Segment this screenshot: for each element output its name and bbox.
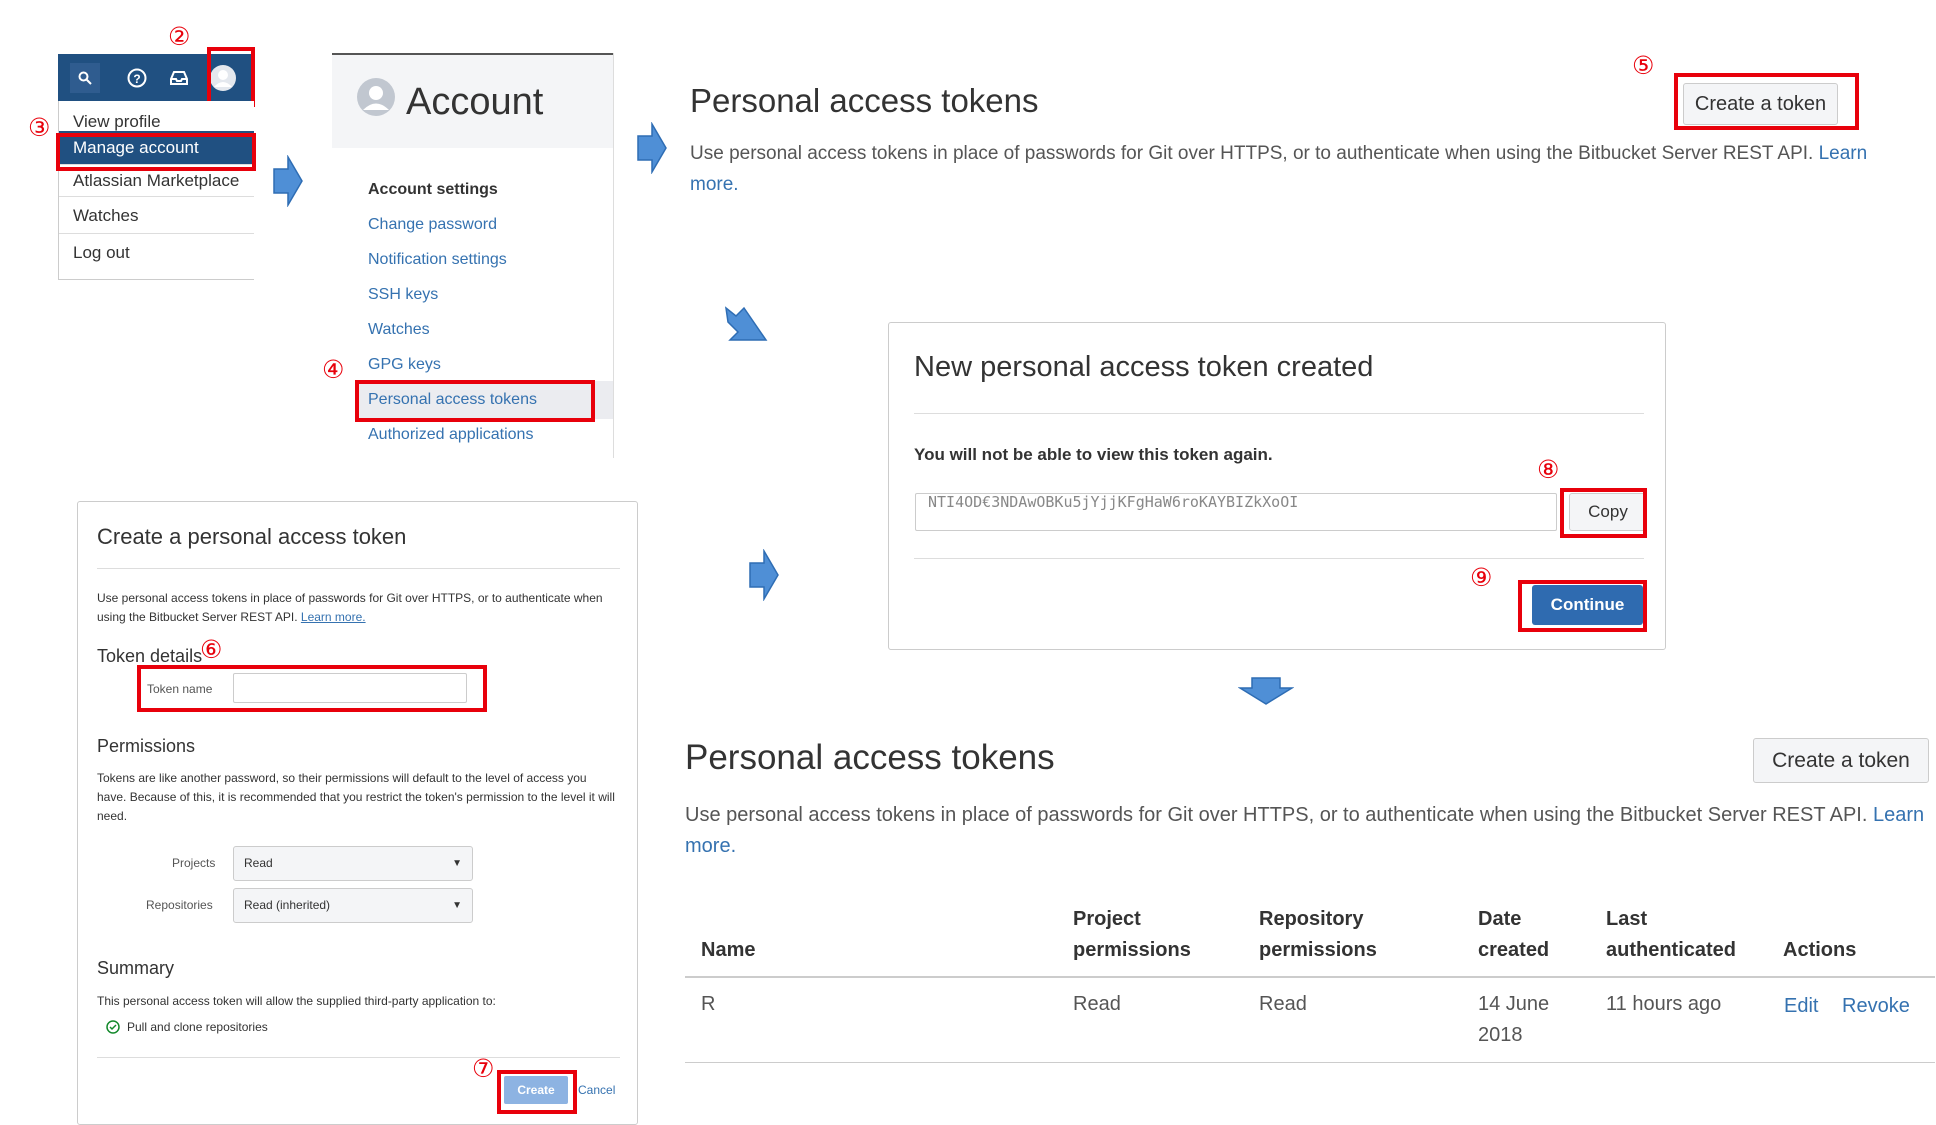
dialog-title: New personal access token created xyxy=(914,351,1374,383)
svg-text:?: ? xyxy=(133,72,140,86)
chevron-down-icon: ▼ xyxy=(452,858,462,869)
row-repository-permission: Read xyxy=(1259,993,1307,1015)
token-value-field[interactable]: NTI4OD€3NDAwOBKu5jYjjKFgHaW6roKAYBIZkXoO… xyxy=(915,493,1557,531)
highlight-personal-access-tokens xyxy=(355,380,595,422)
arrow-down-left-icon xyxy=(724,306,768,341)
col-repository-2: permissions xyxy=(1259,939,1377,961)
step-9: ⑨ xyxy=(1470,563,1493,592)
inbox-icon[interactable] xyxy=(164,63,194,93)
col-project-2: permissions xyxy=(1073,939,1191,961)
create-token-form: Create a personal access token Use perso… xyxy=(77,501,638,1125)
step-4: ④ xyxy=(322,355,345,384)
row-project-permission: Read xyxy=(1073,993,1121,1015)
divider xyxy=(914,558,1644,559)
nav-change-password[interactable]: Change password xyxy=(368,216,497,234)
result-page-title: Personal access tokens xyxy=(685,738,1055,777)
divider xyxy=(97,568,620,569)
menu-log-out[interactable]: Log out xyxy=(59,234,254,271)
col-date-2: created xyxy=(1478,939,1550,961)
row-revoke-link[interactable]: Revoke xyxy=(1842,991,1910,1022)
summary-desc: This personal access token will allow th… xyxy=(97,994,496,1008)
nav-gpg-keys[interactable]: GPG keys xyxy=(368,356,441,374)
arrow-down-icon xyxy=(1238,677,1294,705)
col-actions: Actions xyxy=(1783,939,1857,961)
nav-watches[interactable]: Watches xyxy=(368,321,430,339)
highlight-token-name xyxy=(137,665,487,712)
col-repository: Repository xyxy=(1259,908,1364,930)
col-name: Name xyxy=(701,939,756,961)
result-desc-text: Use personal access tokens in place of p… xyxy=(685,804,1868,826)
search-icon[interactable] xyxy=(70,63,100,93)
step-2: ② xyxy=(168,22,191,51)
account-avatar-icon xyxy=(357,78,395,116)
divider xyxy=(97,1057,620,1058)
user-dropdown: View profile Manage account Atlassian Ma… xyxy=(58,101,254,280)
highlight-create-token xyxy=(1674,73,1859,130)
highlight-continue-button xyxy=(1518,580,1647,632)
summary-heading: Summary xyxy=(97,958,175,978)
nav-authorized-applications[interactable]: Authorized applications xyxy=(368,426,533,444)
repositories-value: Read (inherited) xyxy=(244,898,331,912)
permissions-desc: Tokens are like another password, so the… xyxy=(97,771,615,823)
row-date-created-2: 2018 xyxy=(1478,1024,1523,1046)
highlight-create-button xyxy=(497,1070,577,1114)
step-5: ⑤ xyxy=(1632,51,1655,80)
projects-select[interactable]: Read ▼ xyxy=(233,846,473,881)
repositories-label: Repositories xyxy=(146,898,213,912)
form-title: Create a personal access token xyxy=(97,524,407,549)
token-details-heading: Token details xyxy=(97,646,203,666)
permissions-heading: Permissions xyxy=(97,736,196,756)
col-date: Date xyxy=(1478,908,1522,930)
repositories-select[interactable]: Read (inherited) ▼ xyxy=(233,888,473,923)
arrow-right-icon xyxy=(749,549,779,601)
nav-notification-settings[interactable]: Notification settings xyxy=(368,251,507,269)
col-last: Last xyxy=(1606,908,1648,930)
form-learn-more-link[interactable]: Learn more. xyxy=(301,610,366,624)
chevron-down-icon: ▼ xyxy=(452,900,462,911)
highlight-manage-account xyxy=(56,133,256,171)
tokens-page-desc: Use personal access tokens in place of p… xyxy=(690,138,1870,200)
divider xyxy=(914,413,1644,414)
col-last-2: authenticated xyxy=(1606,939,1737,961)
step-8: ⑧ xyxy=(1537,455,1560,484)
cancel-link[interactable]: Cancel xyxy=(578,1083,615,1097)
projects-value: Read xyxy=(244,856,273,870)
result-page-desc: Use personal access tokens in place of p… xyxy=(685,800,1925,862)
form-desc: Use personal access tokens in place of p… xyxy=(97,589,617,627)
account-settings-heading: Account settings xyxy=(368,181,498,198)
row-last-authenticated: 11 hours ago xyxy=(1606,993,1722,1015)
step-3: ③ xyxy=(28,113,51,142)
arrow-right-icon xyxy=(273,155,303,207)
arrow-right-icon xyxy=(637,122,667,174)
row-name: R xyxy=(701,993,716,1015)
projects-label: Projects xyxy=(172,856,216,870)
result-create-token-button[interactable]: Create a token xyxy=(1753,738,1929,783)
help-icon[interactable]: ? xyxy=(122,63,152,93)
check-circle-icon xyxy=(106,1020,120,1034)
highlight-copy-button xyxy=(1560,488,1647,538)
table-row-divider xyxy=(685,1062,1935,1063)
tokens-desc-text: Use personal access tokens in place of p… xyxy=(690,143,1814,164)
account-title: Account xyxy=(406,81,544,123)
row-date-created: 14 June xyxy=(1478,993,1550,1015)
dialog-warning: You will not be able to view this token … xyxy=(914,445,1273,464)
highlight-avatar xyxy=(207,47,255,107)
menu-watches[interactable]: Watches xyxy=(59,197,254,234)
menu-view-profile[interactable]: View profile xyxy=(59,101,254,131)
nav-ssh-keys[interactable]: SSH keys xyxy=(368,286,438,304)
account-header: Account xyxy=(332,53,613,148)
col-project: Project xyxy=(1073,908,1141,930)
table-header-divider xyxy=(685,976,1935,978)
row-edit-link[interactable]: Edit xyxy=(1784,991,1818,1022)
step-7: ⑦ xyxy=(472,1054,495,1083)
tokens-page-title: Personal access tokens xyxy=(690,82,1039,119)
summary-item: Pull and clone repositories xyxy=(127,1020,268,1034)
step-6: ⑥ xyxy=(200,635,223,664)
